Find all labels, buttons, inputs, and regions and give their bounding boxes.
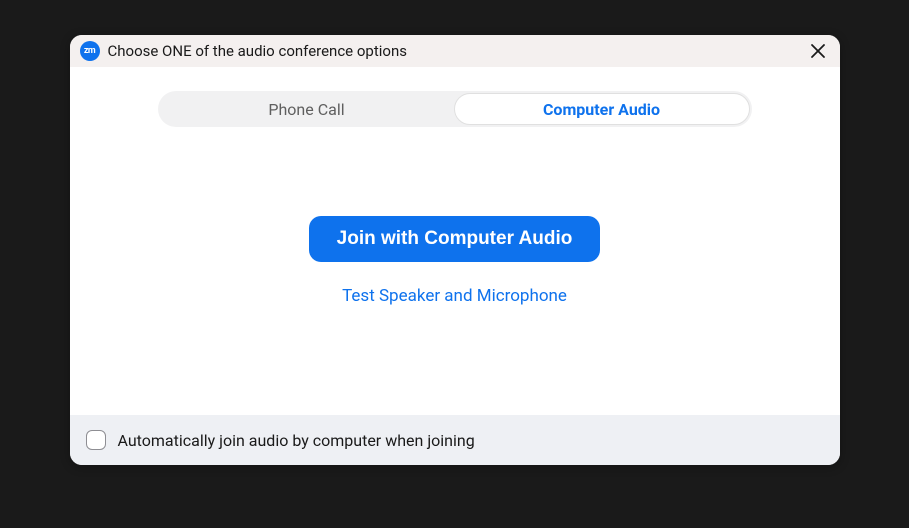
tab-container: Phone Call Computer Audio (70, 67, 840, 127)
audio-conference-dialog: zm Choose ONE of the audio conference op… (70, 35, 840, 465)
tab-computer-audio[interactable]: Computer Audio (454, 93, 750, 125)
titlebar: zm Choose ONE of the audio conference op… (70, 35, 840, 67)
close-icon (810, 43, 826, 59)
join-with-computer-audio-button[interactable]: Join with Computer Audio (309, 216, 601, 262)
footer: Automatically join audio by computer whe… (70, 415, 840, 465)
test-speaker-microphone-link[interactable]: Test Speaker and Microphone (342, 286, 567, 306)
zoom-icon-text: zm (84, 46, 95, 56)
main-content: Join with Computer Audio Test Speaker an… (70, 127, 840, 415)
zoom-app-icon: zm (80, 41, 100, 61)
tab-phone-call[interactable]: Phone Call (160, 93, 454, 125)
audio-option-segmented-control: Phone Call Computer Audio (158, 91, 752, 127)
auto-join-audio-checkbox[interactable] (86, 430, 106, 450)
close-button[interactable] (806, 39, 830, 63)
dialog-title: Choose ONE of the audio conference optio… (108, 42, 806, 60)
auto-join-audio-label[interactable]: Automatically join audio by computer whe… (118, 431, 475, 450)
